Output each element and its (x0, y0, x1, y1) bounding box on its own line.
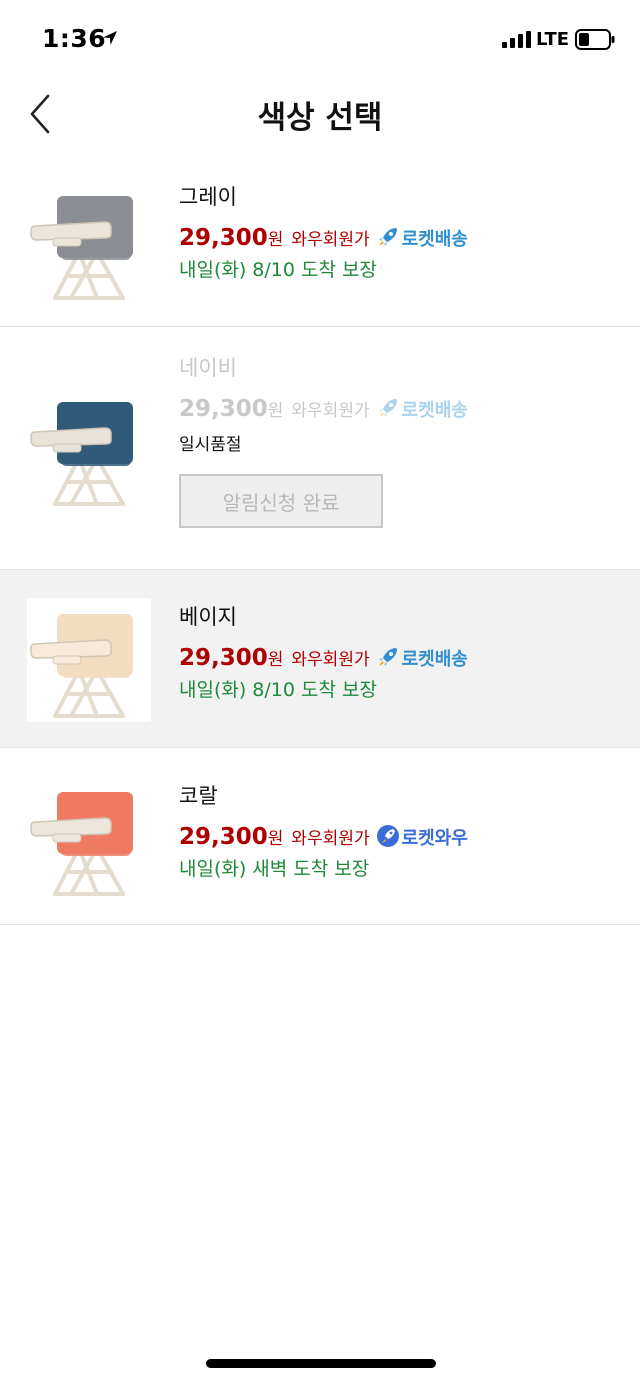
price-line: 29,300원 와우회원가 로켓배송 (179, 394, 468, 424)
booster-seat-illustration (30, 614, 133, 718)
member-price-label: 와우회원가 (291, 829, 370, 849)
color-option-gray[interactable]: 그레이 29,300원 와우회원가 로켓배송 내일(화) 8/10 도착 보장 (0, 148, 640, 327)
product-thumbnail (27, 776, 151, 900)
page-title: 색상 선택 (257, 100, 383, 136)
price-line: 29,300원 와우회원가 로켓와우 (179, 822, 468, 852)
price: 29,300 (179, 225, 268, 251)
currency: 원 (267, 230, 284, 250)
member-price-label: 와우회원가 (291, 650, 370, 670)
color-name: 베이지 (179, 605, 237, 629)
rocket-icon (378, 648, 397, 666)
price: 29,300 (179, 645, 268, 671)
rocket-delivery-label: 로켓배송 (401, 229, 468, 250)
delivery-estimate: 내일(화) 8/10 도착 보장 (179, 259, 377, 281)
member-price-label: 와우회원가 (291, 230, 370, 250)
delivery-estimate: 내일(화) 8/10 도착 보장 (179, 679, 377, 701)
location-arrow-icon (103, 31, 117, 45)
status-time: 1:36 (42, 24, 107, 53)
rocket-icon (378, 399, 397, 417)
price-line: 29,300원 와우회원가 로켓배송 (179, 643, 468, 673)
status-bar: 1:36 LTE (0, 0, 640, 80)
currency: 원 (267, 650, 284, 670)
rocket-wow-icon (376, 825, 399, 847)
member-price-label: 와우회원가 (291, 401, 370, 421)
color-option-beige[interactable]: 베이지 29,300원 와우회원가 로켓배송 내일(화) 8/10 도착 보장 (0, 570, 640, 748)
color-name: 네이비 (179, 356, 237, 380)
stock-status: 일시품절 (179, 435, 242, 455)
currency: 원 (267, 401, 284, 421)
color-name: 코랄 (179, 784, 218, 808)
color-name: 그레이 (179, 185, 237, 209)
rocket-delivery-label: 로켓배송 (401, 649, 468, 670)
booster-seat-illustration (30, 196, 133, 300)
product-thumbnail (27, 598, 151, 722)
currency: 원 (267, 829, 284, 849)
network-type: LTE (536, 29, 570, 50)
product-thumbnail (27, 180, 151, 304)
price: 29,300 (179, 396, 268, 422)
booster-seat-illustration (30, 402, 133, 506)
color-option-navy[interactable]: 네이비 29,300원 와우회원가 로켓배송 일시품절 알림신청 완료 (0, 327, 640, 570)
rocket-icon (378, 228, 397, 246)
nav-bar: 색상 선택 (0, 80, 640, 148)
price: 29,300 (179, 824, 268, 850)
product-thumbnail (27, 386, 151, 510)
cellular-signal-icon (502, 31, 531, 48)
rocket-delivery-label: 로켓배송 (401, 400, 468, 421)
notify-request-button[interactable]: 알림신청 완료 (179, 474, 383, 528)
price-line: 29,300원 와우회원가 로켓배송 (179, 223, 468, 253)
home-indicator (206, 1359, 436, 1368)
rocket-wow-label: 로켓와우 (401, 828, 468, 849)
color-option-coral[interactable]: 코랄 29,300원 와우회원가 로켓와우 내일(화) 새벽 도착 보장 (0, 748, 640, 925)
delivery-estimate: 내일(화) 새벽 도착 보장 (179, 858, 370, 880)
booster-seat-illustration (30, 792, 133, 896)
battery-icon (575, 29, 615, 50)
